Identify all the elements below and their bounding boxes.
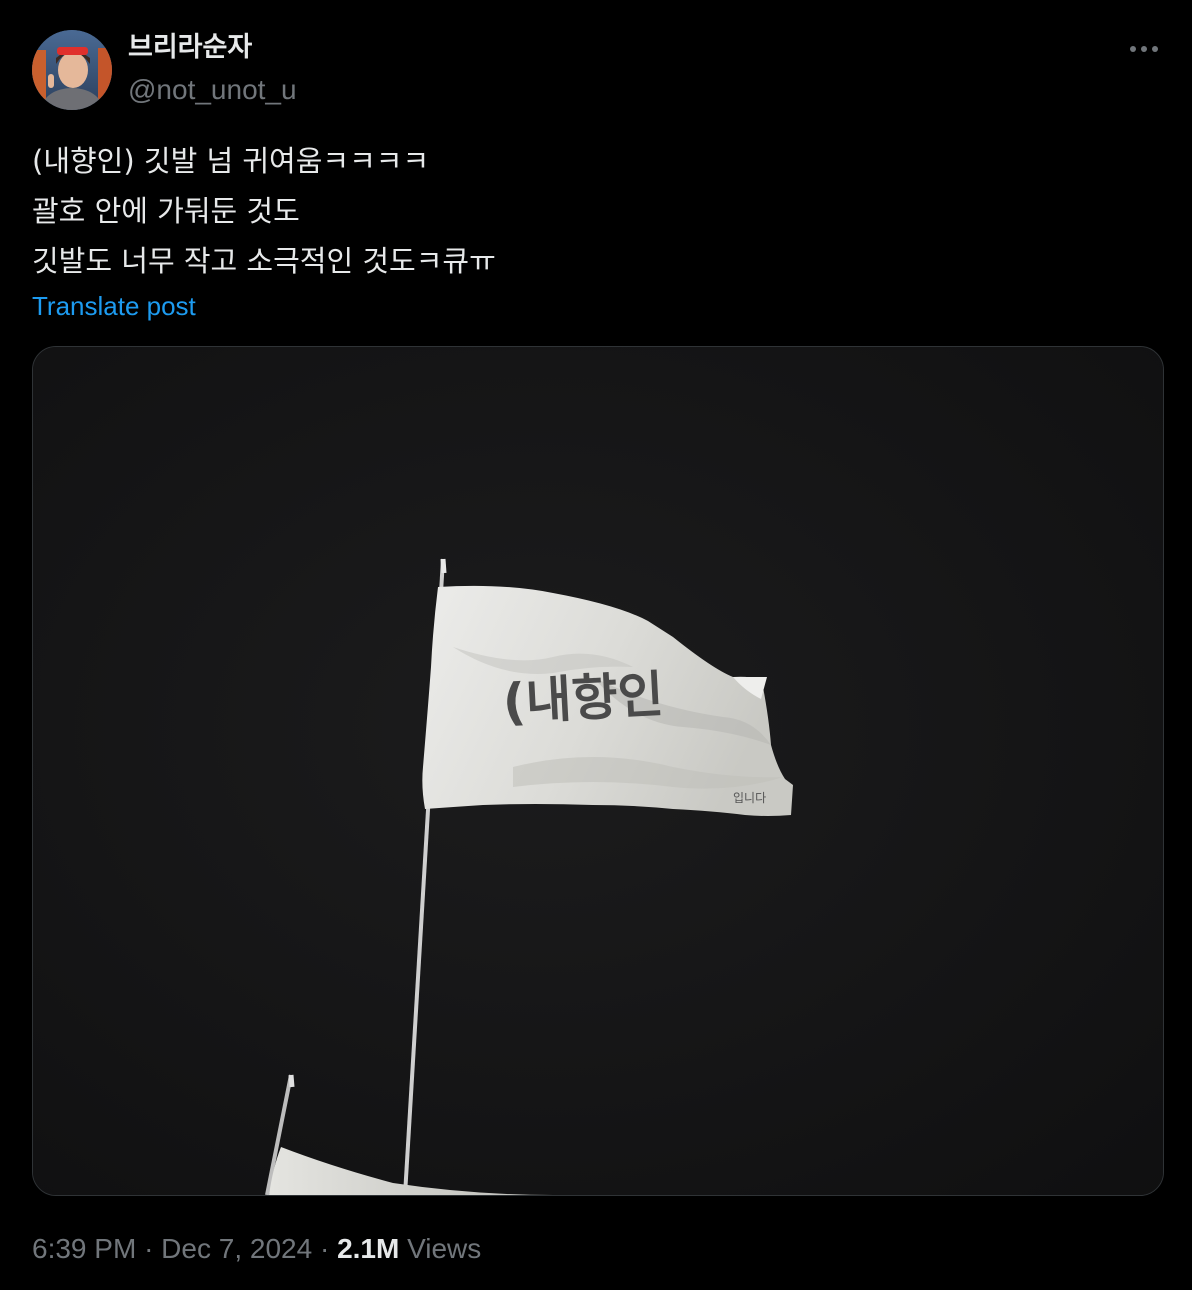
flag-small-text: 입니다 xyxy=(733,791,766,805)
views-count[interactable]: 2.1M xyxy=(337,1233,399,1264)
more-horizontal-icon-dot xyxy=(1152,46,1158,52)
views-label: Views xyxy=(407,1233,482,1264)
translate-post-link[interactable]: Translate post xyxy=(32,289,196,323)
post-date[interactable]: Dec 7, 2024 xyxy=(161,1233,312,1264)
author-block: 브리라순자 @not_unot_u xyxy=(128,30,297,106)
post-text-line: (내향인) 깃발 넘 귀여움ㅋㅋㅋㅋ xyxy=(32,144,430,178)
post-text-line: 깃발도 너무 작고 소극적인 것도ㅋ큐ㅠ xyxy=(32,244,496,278)
flag-main-text: (내향인 xyxy=(501,665,665,731)
post-meta: 6:39 PM · Dec 7, 2024 · 2.1M Views xyxy=(32,1230,481,1268)
post-text-line: 괄호 안에 가둬둔 것도 xyxy=(32,194,300,228)
post-media-photo[interactable]: (내향인 입니다 xyxy=(32,346,1164,1196)
flag-photo: (내향인 입니다 xyxy=(33,347,1163,1195)
post-text: (내향인) 깃발 넘 귀여움ㅋㅋㅋㅋ 괄호 안에 가둬둔 것도 깃발도 너무 작… xyxy=(32,136,1152,286)
more-horizontal-icon xyxy=(1130,46,1136,52)
avatar[interactable] xyxy=(32,30,112,110)
author-handle[interactable]: @not_unot_u xyxy=(128,74,297,106)
avatar-image xyxy=(32,30,112,110)
author-display-name[interactable]: 브리라순자 xyxy=(128,30,297,66)
more-options-button[interactable] xyxy=(1124,34,1164,64)
meta-separator: · xyxy=(144,1233,154,1264)
tweet: 브리라순자 @not_unot_u (내향인) 깃발 넘 귀여움ㅋㅋㅋㅋ 괄호 … xyxy=(0,0,1192,1290)
meta-separator: · xyxy=(319,1233,330,1264)
more-horizontal-icon-dot xyxy=(1141,46,1147,52)
post-time[interactable]: 6:39 PM xyxy=(32,1233,136,1264)
